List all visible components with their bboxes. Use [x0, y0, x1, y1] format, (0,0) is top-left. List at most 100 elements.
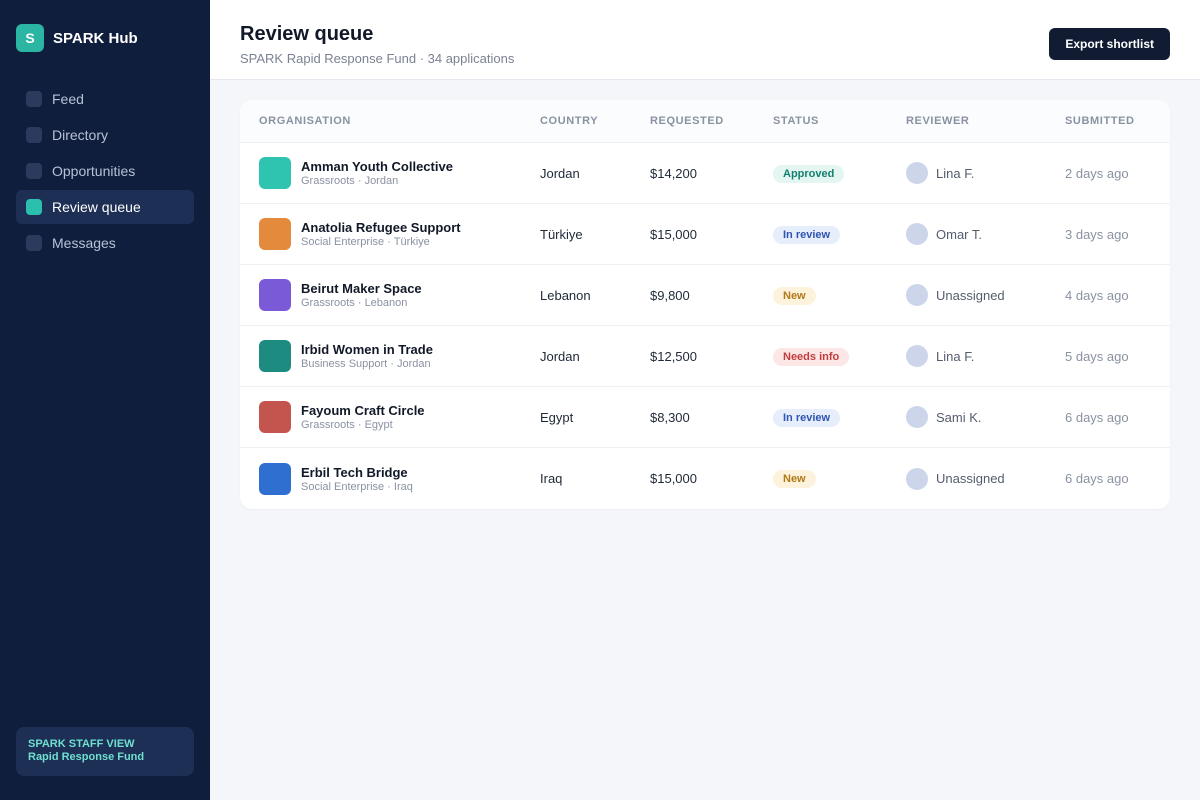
column-header-status[interactable]: STATUS	[773, 115, 906, 127]
avatar	[906, 467, 928, 490]
organisation-logo	[259, 218, 291, 250]
table-row[interactable]: Anatolia Refugee Support Social Enterpri…	[240, 204, 1170, 265]
sidebar-item-label: Directory	[52, 127, 109, 143]
staff-view-fund: Rapid Response Fund	[28, 751, 145, 763]
main-content: Review queue SPARK Rapid Response Fund ·…	[210, 0, 1200, 800]
status-badge: In review	[773, 408, 841, 427]
column-header-organisation[interactable]: ORGANISATION	[240, 115, 540, 127]
page-title: Review queue	[240, 23, 374, 45]
sidebar: S SPARK Hub Feed Directory Opportunities…	[0, 0, 210, 800]
country-cell: Jordan	[540, 348, 580, 364]
status-badge: Approved	[773, 164, 845, 183]
export-shortlist-button[interactable]: Export shortlist	[1049, 28, 1170, 60]
organisation-meta: Grassroots · Egypt	[301, 419, 393, 431]
submitted-cell: 4 days ago	[1065, 287, 1129, 303]
requested-cell: $15,000	[650, 471, 697, 486]
status-badge: New	[773, 286, 816, 305]
status-badge: Needs info	[773, 347, 850, 366]
organisation-name[interactable]: Fayoum Craft Circle	[301, 403, 425, 418]
avatar	[906, 345, 928, 367]
organisation-name[interactable]: Irbid Women in Trade	[301, 342, 433, 357]
reviewer-name: Sami K.	[936, 409, 982, 425]
reviewer-cell: Omar T.	[906, 223, 1065, 245]
organisation-name[interactable]: Anatolia Refugee Support	[301, 220, 461, 235]
status-cell: New	[773, 469, 906, 488]
brand: S SPARK Hub	[0, 0, 210, 52]
reviewer-name: Unassigned	[936, 287, 1005, 303]
organisation-cell: Irbid Women in Trade Business Support · …	[240, 340, 540, 372]
reviewer-name: Omar T.	[936, 226, 982, 242]
messages-icon	[26, 235, 42, 251]
feed-icon	[26, 91, 42, 107]
country-cell: Lebanon	[540, 287, 591, 303]
sidebar-item-feed[interactable]: Feed	[16, 82, 194, 116]
column-header-submitted[interactable]: SUBMITTED	[1065, 115, 1170, 127]
country-cell: Jordan	[540, 165, 580, 181]
status-cell: Approved	[773, 164, 906, 183]
status-badge: In review	[773, 225, 841, 244]
organisation-cell: Fayoum Craft Circle Grassroots · Egypt	[240, 401, 540, 433]
table-row[interactable]: Amman Youth Collective Grassroots · Jord…	[240, 143, 1170, 204]
reviewer-name: Unassigned	[936, 471, 1005, 486]
status-cell: In review	[773, 408, 906, 427]
organisation-logo	[259, 462, 291, 495]
sidebar-item-directory[interactable]: Directory	[16, 118, 194, 152]
requested-cell: $15,000	[650, 226, 697, 242]
sidebar-item-label: Feed	[52, 91, 84, 107]
sidebar-item-label: Opportunities	[52, 163, 136, 179]
sidebar-nav: Feed Directory Opportunities Review queu…	[0, 82, 210, 260]
reviewer-name: Lina F.	[936, 348, 975, 364]
table-header: ORGANISATION COUNTRY REQUESTED STATUS RE…	[240, 100, 1170, 143]
organisation-name[interactable]: Beirut Maker Space	[301, 281, 422, 296]
applications-table: ORGANISATION COUNTRY REQUESTED STATUS RE…	[240, 100, 1170, 509]
status-cell: In review	[773, 225, 906, 244]
organisation-logo	[259, 401, 291, 433]
reviewer-cell: Unassigned	[906, 467, 1065, 490]
sidebar-item-review-queue[interactable]: Review queue	[16, 190, 194, 224]
organisation-name[interactable]: Erbil Tech Bridge	[301, 465, 413, 480]
sidebar-item-label: Messages	[52, 235, 116, 251]
table-row[interactable]: Beirut Maker Space Grassroots · Lebanon …	[240, 265, 1170, 326]
avatar	[906, 284, 928, 306]
column-header-reviewer[interactable]: REVIEWER	[906, 115, 1065, 127]
country-cell: Türkiye	[540, 226, 583, 242]
brand-logo[interactable]: S	[16, 24, 44, 52]
staff-view-card: SPARK STAFF VIEW Rapid Response Fund	[16, 727, 194, 776]
table-row[interactable]: Erbil Tech Bridge Social Enterprise · Ir…	[240, 448, 1170, 509]
column-header-country[interactable]: COUNTRY	[540, 115, 650, 127]
review-queue-icon	[26, 199, 42, 215]
organisation-meta: Social Enterprise · Iraq	[301, 480, 413, 493]
status-cell: New	[773, 286, 906, 305]
reviewer-cell: Lina F.	[906, 162, 1065, 184]
organisation-logo	[259, 340, 291, 372]
avatar	[906, 406, 928, 428]
organisation-meta: Social Enterprise · Türkiye	[301, 236, 430, 248]
avatar	[906, 162, 928, 184]
sidebar-item-messages[interactable]: Messages	[16, 226, 194, 260]
table-row[interactable]: Irbid Women in Trade Business Support · …	[240, 326, 1170, 387]
page-header: Review queue SPARK Rapid Response Fund ·…	[210, 0, 1200, 80]
country-cell: Egypt	[540, 409, 574, 425]
organisation-cell: Erbil Tech Bridge Social Enterprise · Ir…	[240, 462, 540, 495]
directory-icon	[26, 127, 42, 143]
table-row[interactable]: Fayoum Craft Circle Grassroots · Egypt E…	[240, 387, 1170, 448]
organisation-name[interactable]: Amman Youth Collective	[301, 159, 453, 174]
submitted-cell: 5 days ago	[1065, 348, 1129, 364]
page-subtitle: SPARK Rapid Response Fund · 34 applicati…	[240, 51, 515, 66]
organisation-logo	[259, 157, 291, 189]
column-header-requested[interactable]: REQUESTED	[650, 115, 773, 127]
organisation-logo	[259, 279, 291, 311]
organisation-meta: Grassroots · Lebanon	[301, 297, 408, 309]
requested-cell: $8,300	[650, 409, 690, 425]
organisation-meta: Grassroots · Jordan	[301, 175, 399, 187]
brand-name[interactable]: SPARK Hub	[53, 30, 138, 47]
sidebar-item-opportunities[interactable]: Opportunities	[16, 154, 194, 188]
submitted-cell: 6 days ago	[1065, 471, 1129, 486]
requested-cell: $9,800	[650, 287, 690, 303]
staff-view-label: SPARK STAFF VIEW	[28, 738, 135, 750]
reviewer-name: Lina F.	[936, 165, 975, 181]
reviewer-cell: Lina F.	[906, 345, 1065, 367]
reviewer-cell: Sami K.	[906, 406, 1065, 428]
organisation-cell: Beirut Maker Space Grassroots · Lebanon	[240, 279, 540, 311]
submitted-cell: 3 days ago	[1065, 226, 1129, 242]
